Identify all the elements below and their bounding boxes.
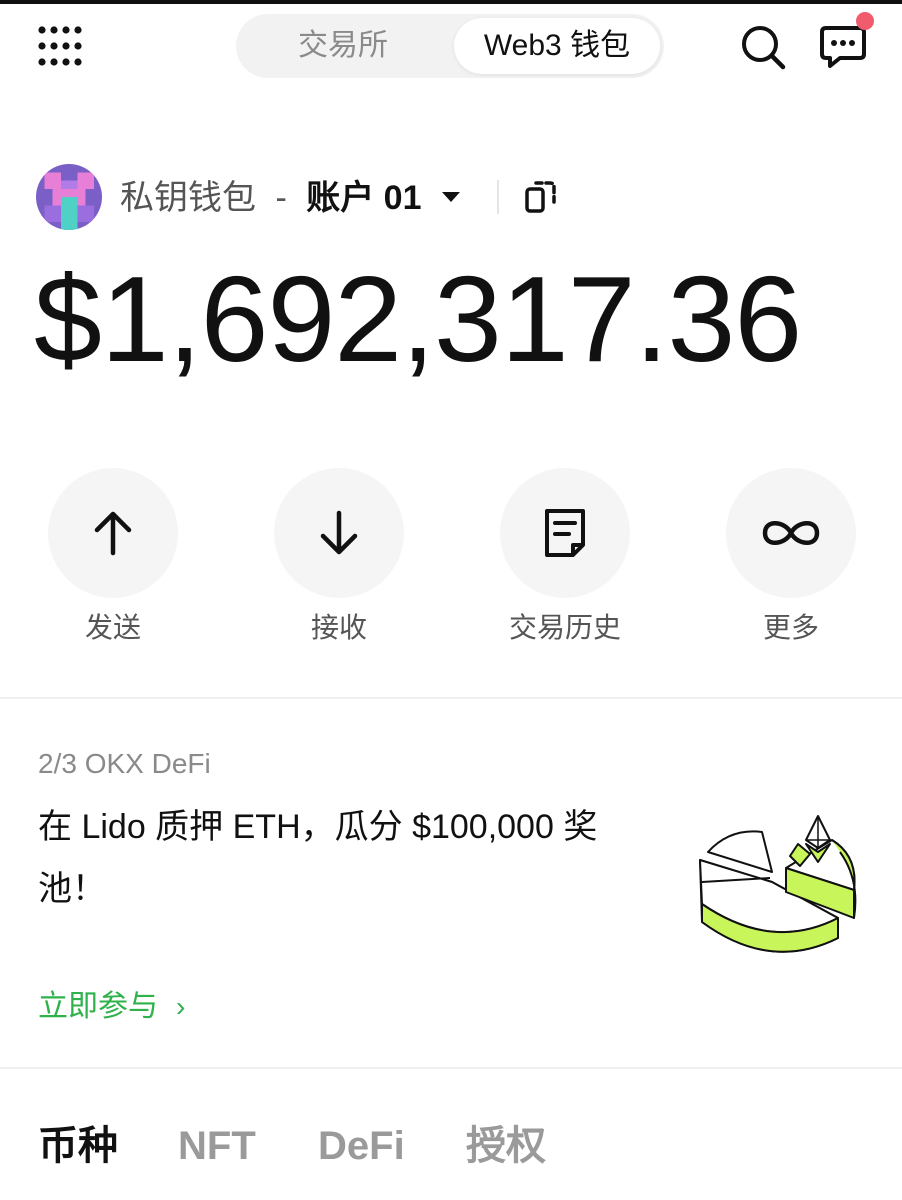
wallet-home-screen: 交易所 Web3 钱包 私钥钱包 - 账户 01 $1,692,317.36 发…: [0, 0, 902, 1200]
divider: [497, 180, 499, 214]
promo-title[interactable]: 在 Lido 质押 ETH，瓜分 $100,000 奖池！: [38, 796, 638, 920]
send-circle: [48, 468, 178, 598]
receive-label: 接收: [310, 612, 367, 643]
history-label: 交易历史: [508, 612, 621, 643]
account-name: 账户 01: [306, 179, 422, 217]
send-button[interactable]: 发送: [48, 468, 178, 646]
document-icon: [545, 509, 585, 557]
apps-grid-icon[interactable]: [38, 26, 82, 66]
notification-dot: [856, 12, 874, 30]
mode-switch: 交易所 Web3 钱包: [236, 14, 664, 78]
more-label: 更多: [762, 612, 819, 643]
send-label: 发送: [84, 612, 141, 643]
section-divider: [0, 1067, 902, 1069]
history-circle: [500, 468, 630, 598]
total-balance: $1,692,317.36: [34, 251, 802, 387]
promo-index: 2/3 OKX DeFi: [38, 748, 211, 779]
tab-tokens[interactable]: 币种: [38, 1116, 118, 1176]
infinity-icon: [762, 521, 820, 545]
chevron-right-icon: ›: [176, 991, 186, 1022]
account-separator: -: [275, 179, 287, 217]
more-button[interactable]: 更多: [726, 468, 856, 646]
search-icon[interactable]: [740, 24, 786, 70]
receive-button[interactable]: 接收: [274, 468, 404, 646]
arrow-up-icon: [94, 511, 132, 556]
promo-cta-label: 立即参与: [38, 990, 158, 1023]
top-border: [0, 0, 902, 4]
section-divider: [0, 697, 902, 699]
copy-icon[interactable]: [524, 178, 558, 214]
more-circle: [726, 468, 856, 598]
caret-down-icon[interactable]: [440, 186, 462, 208]
wallet-name: 私钥钱包: [120, 179, 256, 217]
tab-exchange[interactable]: 交易所: [240, 18, 446, 74]
account-selector[interactable]: 私钥钱包 - 账户 01: [120, 174, 422, 222]
tab-web3-wallet[interactable]: Web3 钱包: [454, 18, 660, 74]
staking-pie-illustration: [690, 800, 870, 960]
tab-approvals[interactable]: 授权: [466, 1116, 546, 1176]
arrow-down-icon: [320, 510, 358, 555]
avatar[interactable]: [36, 164, 102, 230]
tab-nft[interactable]: NFT: [178, 1116, 256, 1176]
tab-defi[interactable]: DeFi: [318, 1116, 405, 1176]
receive-circle: [274, 468, 404, 598]
history-button[interactable]: 交易历史: [500, 468, 630, 646]
promo-cta-link[interactable]: 立即参与 ›: [38, 986, 185, 1028]
